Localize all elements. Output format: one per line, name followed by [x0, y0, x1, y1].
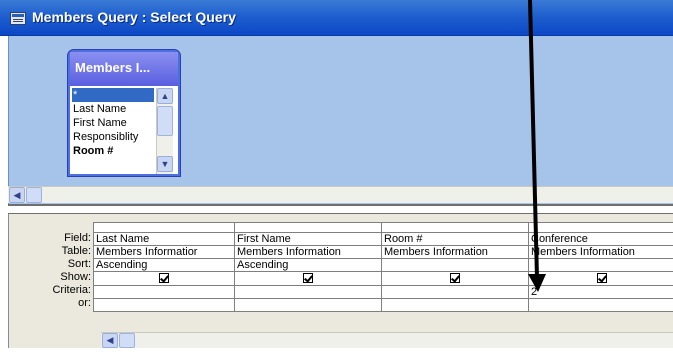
show-checkbox[interactable]: [596, 273, 607, 283]
or-cell[interactable]: [381, 298, 529, 312]
title-bar[interactable]: Members Query : Select Query: [0, 0, 673, 36]
field-list: * Last Name First Name Responsiblity Roo…: [72, 88, 154, 174]
design-area-hscrollbar[interactable]: ◀: [8, 186, 673, 203]
sort-cell[interactable]: Ascending: [234, 258, 382, 272]
row-label-criteria: Criteria:: [52, 284, 91, 296]
show-cell: [234, 271, 382, 286]
field-item-all[interactable]: *: [72, 88, 154, 102]
scroll-left-arrow-icon[interactable]: ◀: [102, 333, 118, 348]
field-item-room[interactable]: Room #: [72, 144, 154, 158]
column-selector[interactable]: [528, 222, 673, 233]
scroll-down-arrow-icon[interactable]: ▼: [157, 156, 173, 172]
field-cell[interactable]: Room #: [381, 232, 529, 246]
field-cell[interactable]: First Name: [234, 232, 382, 246]
table-cell[interactable]: Members Informatior: [93, 245, 235, 259]
or-row: [93, 298, 673, 312]
design-grid-area: Field: Table: Sort: Show: Criteria: or: …: [8, 214, 673, 348]
show-checkbox[interactable]: [303, 273, 313, 283]
criteria-cell[interactable]: 2: [528, 285, 673, 299]
column-selector[interactable]: [93, 222, 235, 233]
table-cell[interactable]: Members Information: [234, 245, 382, 259]
query-design-grid: Last Name First Name Room # Conference M…: [93, 222, 673, 312]
show-row: [93, 271, 673, 286]
or-cell[interactable]: [234, 298, 382, 312]
grid-scroll-thumb[interactable]: [119, 333, 135, 348]
field-cell[interactable]: Last Name: [93, 232, 235, 246]
table-design-area: Members I... * Last Name First Name Resp…: [8, 36, 673, 204]
table-cell[interactable]: Members Information: [381, 245, 529, 259]
window-bottom-edge: [0, 348, 673, 362]
row-label-show: Show:: [60, 271, 91, 283]
column-selector-row: [93, 222, 673, 233]
field-item-first-name[interactable]: First Name: [72, 116, 154, 130]
sort-cell[interactable]: [381, 258, 529, 272]
pane-splitter[interactable]: [8, 204, 673, 214]
window-title: Members Query : Select Query: [32, 9, 236, 25]
criteria-cell[interactable]: [93, 285, 235, 299]
query-design-window: Members Query : Select Query Members I..…: [0, 0, 673, 362]
criteria-cell[interactable]: [234, 285, 382, 299]
scroll-up-arrow-icon[interactable]: ▲: [157, 88, 173, 104]
column-selector[interactable]: [234, 222, 382, 233]
grid-row-labels: Field: Table: Sort: Show: Criteria: or:: [39, 232, 91, 310]
show-cell: [528, 271, 673, 286]
sort-cell[interactable]: Ascending: [93, 258, 235, 272]
row-label-table: Table:: [61, 245, 91, 257]
grid-hscrollbar[interactable]: ◀: [101, 332, 673, 348]
field-item-responsibility[interactable]: Responsiblity: [72, 130, 154, 144]
show-cell: [381, 271, 529, 286]
or-cell[interactable]: [93, 298, 235, 312]
field-list-box[interactable]: Members I... * Last Name First Name Resp…: [68, 50, 180, 176]
or-cell[interactable]: [528, 298, 673, 312]
column-selector[interactable]: [381, 222, 529, 233]
field-row: Last Name First Name Room # Conference: [93, 232, 673, 246]
query-window-icon: [10, 12, 26, 25]
field-list-scroll-thumb[interactable]: [157, 106, 173, 136]
design-area-scroll-thumb[interactable]: [26, 187, 42, 203]
field-list-scrollbar[interactable]: ▲ ▼: [156, 88, 173, 174]
sort-row: Ascending Ascending: [93, 258, 673, 272]
show-checkbox[interactable]: [159, 273, 169, 283]
criteria-cell[interactable]: [381, 285, 529, 299]
table-cell[interactable]: Members Information: [528, 245, 673, 259]
field-cell[interactable]: Conference: [528, 232, 673, 246]
row-label-or: or:: [78, 297, 91, 309]
row-label-sort: Sort:: [67, 258, 91, 270]
field-item-last-name[interactable]: Last Name: [72, 102, 154, 116]
table-row: Members Informatior Members Information …: [93, 245, 673, 259]
sort-cell[interactable]: [528, 258, 673, 272]
show-cell: [93, 271, 235, 286]
show-checkbox[interactable]: [450, 273, 460, 283]
row-label-field: Field:: [64, 232, 91, 244]
criteria-row: 2: [93, 285, 673, 299]
scroll-left-arrow-icon[interactable]: ◀: [9, 187, 25, 203]
field-list-title[interactable]: Members I...: [70, 52, 178, 86]
